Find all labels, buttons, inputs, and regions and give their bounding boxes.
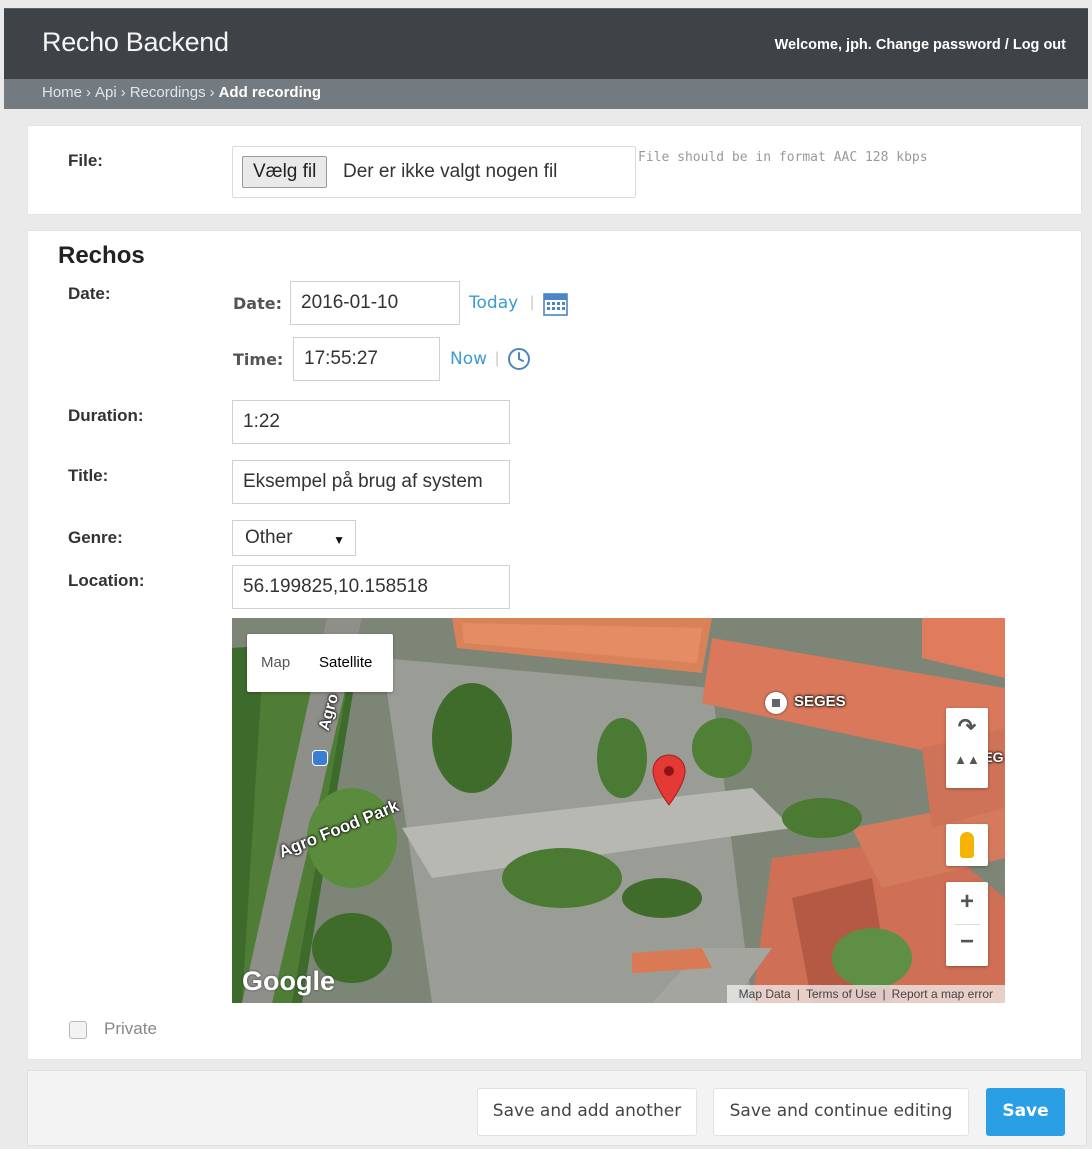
breadcrumb-home[interactable]: Home <box>42 84 82 101</box>
breadcrumb: Home › Api › Recordings › Add recording <box>4 79 1088 109</box>
genre-select[interactable]: Other ▼ <box>232 520 356 556</box>
change-password-link[interactable]: Change password <box>876 37 1001 53</box>
breadcrumb-separator: › <box>120 84 126 101</box>
genre-selected-value: Other <box>245 527 293 548</box>
shortcut-separator: | <box>530 294 535 311</box>
file-status-text: Der er ikke valgt nogen fil <box>343 161 558 182</box>
tilt-icon[interactable]: ▲▲ <box>946 752 988 780</box>
date-label: Date: <box>68 284 111 303</box>
location-label: Location: <box>68 571 145 590</box>
logout-link[interactable]: Log out <box>1013 37 1066 53</box>
calendar-icon[interactable] <box>543 291 568 316</box>
username: jph <box>846 37 868 53</box>
zoom-divider <box>954 924 980 925</box>
map-type-control: Map Satellite <box>247 634 393 692</box>
private-label: Private <box>104 1019 157 1038</box>
private-checkbox[interactable] <box>69 1021 87 1039</box>
welcome-text: Welcome, <box>774 37 847 53</box>
breadcrumb-separator: › <box>86 84 92 101</box>
pegman-icon[interactable] <box>946 824 988 866</box>
shortcut-separator: | <box>495 350 500 367</box>
title-input[interactable]: Eksempel på brug af system <box>232 460 510 504</box>
duration-label: Duration: <box>68 406 144 425</box>
file-input[interactable]: Vælg fil Der er ikke valgt nogen fil <box>232 146 636 198</box>
map-type-satellite-button[interactable]: Satellite <box>319 654 372 671</box>
map-type-map-button[interactable]: Map <box>261 654 290 671</box>
save-and-continue-button[interactable]: Save and continue editing <box>713 1088 969 1136</box>
file-label: File: <box>68 151 103 170</box>
zoom-control: + − <box>946 882 988 966</box>
location-map[interactable]: Agro Food Park Agro SEGES SEG Map Satell… <box>232 618 1005 1003</box>
welcome-dot: . <box>867 37 876 53</box>
user-tools: Welcome, jph. Change password / Log out <box>775 37 1066 53</box>
map-data-link[interactable]: Map Data <box>739 987 791 1001</box>
breadcrumb-api[interactable]: Api <box>95 84 117 101</box>
time-sublabel: Time: <box>233 350 284 369</box>
site-brand[interactable]: Recho Backend <box>42 27 229 58</box>
map-rotate-control: ↷ ▲▲ <box>946 708 988 788</box>
file-help-text: File should be in format AAC 128 kbps <box>638 150 928 165</box>
breadcrumb-separator: › <box>209 84 215 101</box>
choose-file-button[interactable]: Vælg fil <box>242 156 328 188</box>
save-and-add-another-button[interactable]: Save and add another <box>477 1088 697 1136</box>
section-title: Rechos <box>58 242 145 269</box>
clock-icon[interactable] <box>507 347 531 371</box>
map-marker-icon[interactable] <box>652 754 686 806</box>
map-footer: Map Data | Terms of Use | Report a map error <box>726 985 1005 1003</box>
breadcrumb-current: Add recording <box>218 84 322 101</box>
now-link[interactable]: Now <box>450 349 487 369</box>
dropdown-arrow-icon: ▼ <box>333 533 345 547</box>
save-button[interactable]: Save <box>986 1088 1065 1136</box>
site-header: Recho Backend Welcome, jph. Change passw… <box>4 8 1088 79</box>
date-sublabel: Date: <box>233 294 282 313</box>
location-input[interactable]: 56.199825,10.158518 <box>232 565 510 609</box>
zoom-out-button[interactable]: − <box>946 928 988 960</box>
user-tools-separator: / <box>1000 37 1013 53</box>
date-input[interactable]: 2016-01-10 <box>290 281 460 325</box>
poi-label: SEGES <box>794 693 846 710</box>
poi-marker-icon[interactable] <box>765 692 787 714</box>
genre-label: Genre: <box>68 528 123 547</box>
title-label: Title: <box>68 466 109 485</box>
bus-stop-icon[interactable] <box>312 750 328 766</box>
rotate-icon[interactable]: ↷ <box>946 714 988 742</box>
time-input[interactable]: 17:55:27 <box>293 337 440 381</box>
breadcrumb-recordings[interactable]: Recordings <box>130 84 206 101</box>
today-link[interactable]: Today <box>469 293 518 313</box>
terms-of-use-link[interactable]: Terms of Use <box>806 987 877 1001</box>
google-logo: Google <box>242 966 335 996</box>
duration-input[interactable]: 1:22 <box>232 400 510 444</box>
report-map-error-link[interactable]: Report a map error <box>892 987 993 1001</box>
zoom-in-button[interactable]: + <box>946 888 988 920</box>
